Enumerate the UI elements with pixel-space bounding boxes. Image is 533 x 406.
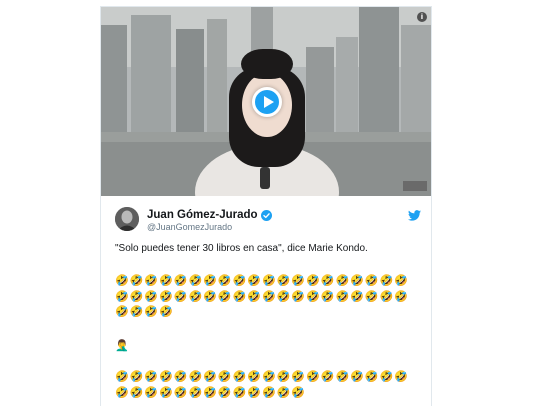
video-player[interactable]: i: [101, 7, 431, 196]
twitter-bird-icon[interactable]: [408, 208, 421, 226]
info-icon[interactable]: i: [417, 12, 427, 22]
name-row: Juan Gómez-Jurado: [147, 208, 272, 222]
verified-badge-icon: [260, 209, 272, 221]
emoji-laughing-block-1: 🤣🤣🤣🤣🤣🤣🤣🤣🤣🤣🤣🤣🤣🤣🤣🤣🤣🤣🤣🤣🤣🤣🤣🤣🤣🤣🤣🤣🤣🤣🤣🤣🤣🤣🤣🤣🤣🤣🤣🤣…: [115, 274, 409, 318]
play-button[interactable]: [252, 87, 282, 117]
play-icon: [263, 96, 274, 108]
user-handle[interactable]: @JuanGomezJurado: [147, 222, 232, 232]
tweet-text: "Solo puedes tener 30 libros en casa", d…: [115, 243, 368, 254]
embedded-tweet-card: i Juan Gómez-Jurado @JuanGomezJurado "So…: [100, 6, 432, 406]
avatar[interactable]: [115, 207, 139, 231]
emoji-laughing-block-2: 🤣🤣🤣🤣🤣🤣🤣🤣🤣🤣🤣🤣🤣🤣🤣🤣🤣🤣🤣🤣🤣🤣🤣🤣🤣🤣🤣🤣🤣🤣🤣🤣🤣: [115, 370, 409, 399]
facepalm-emoji: 🤦‍♂️: [115, 339, 129, 352]
tweet-header: Juan Gómez-Jurado @JuanGomezJurado: [115, 207, 421, 237]
display-name[interactable]: Juan Gómez-Jurado: [147, 209, 258, 221]
avatar-image: [115, 207, 139, 231]
